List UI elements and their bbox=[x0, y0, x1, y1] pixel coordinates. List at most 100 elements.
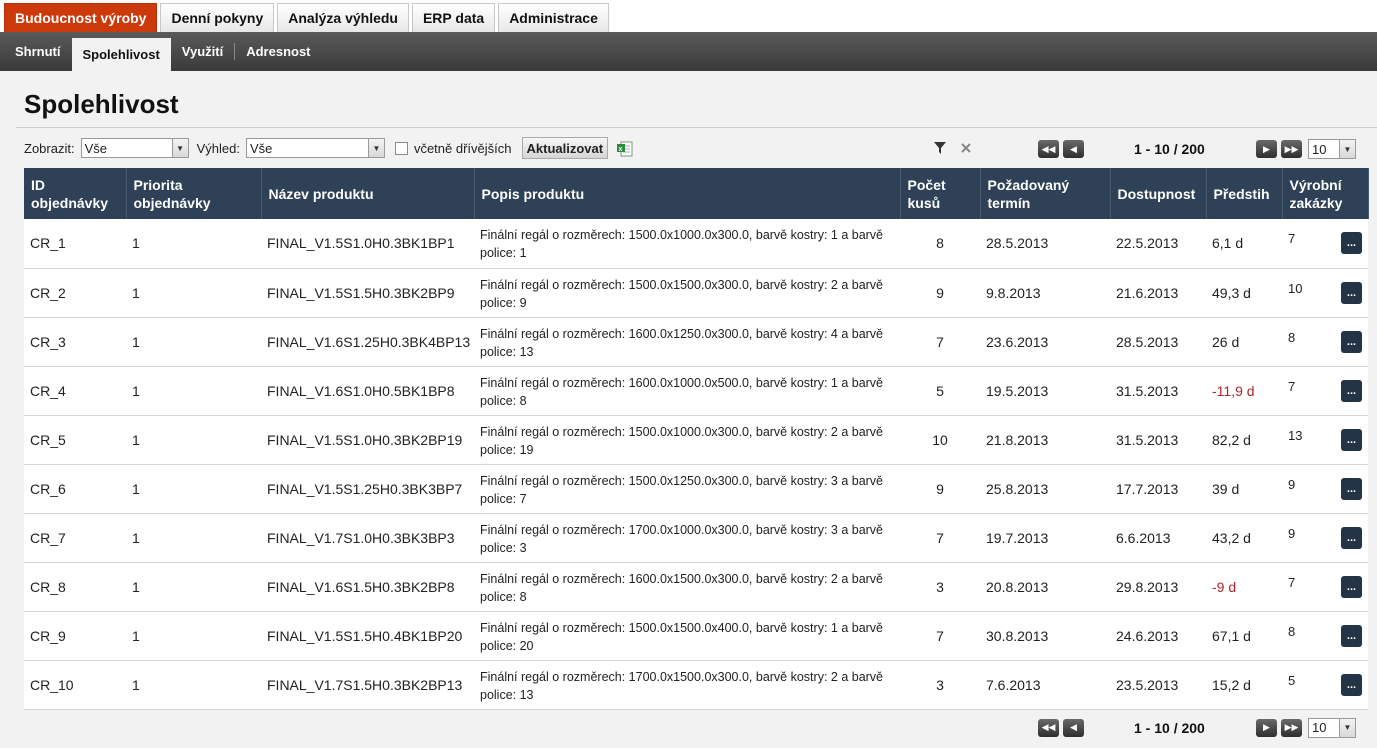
show-select-value: Vše bbox=[84, 140, 107, 156]
filter-toolbar: Zobrazit: Vše ▼ Výhled: Vše ▼ včetně dří… bbox=[0, 128, 1377, 168]
chevron-down-icon[interactable]: ▼ bbox=[1339, 140, 1355, 158]
count-cell: 3 bbox=[900, 562, 980, 612]
col-header-required[interactable]: Požadovaný termín bbox=[980, 168, 1111, 219]
col-header-description[interactable]: Popis produktu bbox=[474, 168, 901, 219]
page-size-value: 10 bbox=[1312, 720, 1327, 735]
col-header-count[interactable]: Počet kusů bbox=[900, 168, 981, 219]
description-cell: Finální regál o rozměrech: 1600.0x1000.0… bbox=[474, 366, 900, 416]
lead-time-cell: 43,2 d bbox=[1206, 513, 1282, 563]
table-row[interactable]: CR_1 1 FINAL_V1.5S1.0H0.3BK1BP1 Finální reg… bbox=[24, 219, 1368, 269]
lead-time-cell: -9 d bbox=[1206, 562, 1282, 612]
details-button[interactable]: ... bbox=[1341, 428, 1362, 451]
first-page-icon[interactable]: ◀◀ bbox=[1038, 718, 1059, 737]
table-row[interactable]: CR_6 1 FINAL_V1.5S1.25H0.3BK3BP7 Finální re… bbox=[24, 464, 1368, 514]
table-row[interactable]: CR_5 1 FINAL_V1.5S1.0H0.3BK2BP19 Finální re… bbox=[24, 415, 1368, 465]
details-button[interactable]: ... bbox=[1341, 624, 1362, 647]
subtab-adresnost[interactable]: Adresnost bbox=[235, 32, 321, 71]
priority-cell: 1 bbox=[126, 513, 261, 563]
page-title: Spolehlivost bbox=[24, 89, 179, 119]
table-row[interactable]: CR_2 1 FINAL_V1.5S1.5H0.3BK2BP9 Finální reg… bbox=[24, 268, 1368, 318]
chevron-down-icon[interactable]: ▼ bbox=[1339, 718, 1355, 737]
first-page-icon[interactable]: ◀◀ bbox=[1038, 140, 1059, 158]
orders-cell: 7... bbox=[1282, 219, 1368, 269]
lead-time-cell: 15,2 d bbox=[1206, 660, 1282, 710]
page-size-select[interactable]: 10 ▼ bbox=[1308, 717, 1356, 738]
orders-count: 7 bbox=[1288, 231, 1296, 246]
pager-top: ◀◀ ◀ 1 - 10 / 200 ▶ ▶▶ 10 ▼ bbox=[1038, 139, 1356, 159]
product-name-cell: FINAL_V1.5S1.5H0.3BK2BP9 bbox=[261, 268, 474, 318]
excel-export-icon[interactable]: x bbox=[616, 140, 633, 157]
lead-time-cell: 6,1 d bbox=[1206, 219, 1282, 269]
col-header-id[interactable]: ID objednávky bbox=[24, 168, 127, 219]
product-name-cell: FINAL_V1.7S1.0H0.3BK3BP3 bbox=[261, 513, 474, 563]
col-header-product[interactable]: Název produktu bbox=[261, 168, 475, 219]
lead-time-cell: 82,2 d bbox=[1206, 415, 1282, 465]
details-button[interactable]: ... bbox=[1341, 232, 1362, 254]
orders-count: 9 bbox=[1288, 525, 1296, 541]
orders-count: 9 bbox=[1288, 476, 1296, 492]
tab-erp-data[interactable]: ERP data bbox=[411, 3, 496, 32]
details-button[interactable]: ... bbox=[1341, 673, 1362, 696]
table-row[interactable]: CR_10 1 FINAL_V1.7S1.5H0.3BK2BP13 Finální r… bbox=[24, 660, 1368, 710]
table-row[interactable]: CR_7 1 FINAL_V1.7S1.0H0.3BK3BP3 Finální reg… bbox=[24, 513, 1368, 563]
count-cell: 3 bbox=[900, 660, 980, 710]
tab-administrace[interactable]: Administrace bbox=[498, 3, 609, 32]
update-button[interactable]: Aktualizovat bbox=[521, 137, 609, 159]
priority-cell: 1 bbox=[126, 366, 261, 416]
pager-bottom-bar: ◀◀ ◀ 1 - 10 / 200 ▶ ▶▶ 10 ▼ bbox=[0, 710, 1377, 748]
details-button[interactable]: ... bbox=[1341, 575, 1362, 598]
next-page-icon[interactable]: ▶ bbox=[1256, 140, 1277, 158]
orders-cell: 8... bbox=[1282, 611, 1368, 661]
orders-cell: 5... bbox=[1282, 660, 1368, 710]
tab-budoucnost-vyroby[interactable]: Budoucnost výroby bbox=[4, 3, 158, 32]
details-button[interactable]: ... bbox=[1341, 330, 1362, 353]
prev-page-icon[interactable]: ◀ bbox=[1063, 718, 1084, 737]
product-name-cell: FINAL_V1.5S1.25H0.3BK3BP7 bbox=[261, 464, 474, 514]
chevron-down-icon[interactable]: ▼ bbox=[171, 139, 188, 157]
details-button[interactable]: ... bbox=[1341, 379, 1362, 402]
include-earlier-label: včetně dřívějších bbox=[413, 140, 512, 156]
orders-cell: 7... bbox=[1282, 562, 1368, 612]
clear-filter-icon[interactable] bbox=[959, 141, 973, 155]
orders-count: 10 bbox=[1288, 280, 1303, 296]
details-button[interactable]: ... bbox=[1341, 281, 1362, 304]
description-cell: Finální regál o rozměrech: 1700.0x1000.0… bbox=[474, 513, 900, 563]
tab-analyza-vyhledu[interactable]: Analýza výhledu bbox=[277, 3, 409, 32]
table-row[interactable]: CR_4 1 FINAL_V1.6S1.0H0.5BK1BP8 Finální reg… bbox=[24, 366, 1368, 416]
next-page-icon[interactable]: ▶ bbox=[1256, 718, 1277, 737]
details-button[interactable]: ... bbox=[1341, 526, 1362, 549]
prev-page-icon[interactable]: ◀ bbox=[1063, 140, 1084, 158]
col-header-lead[interactable]: Předstih bbox=[1206, 168, 1283, 219]
page-size-select[interactable]: 10 ▼ bbox=[1308, 139, 1356, 159]
chevron-down-icon[interactable]: ▼ bbox=[367, 139, 384, 157]
priority-cell: 1 bbox=[126, 219, 261, 269]
col-header-priority[interactable]: Priorita objednávky bbox=[126, 168, 262, 219]
last-page-icon[interactable]: ▶▶ bbox=[1281, 140, 1302, 158]
details-button[interactable]: ... bbox=[1341, 477, 1362, 500]
description-cell: Finální regál o rozměrech: 1500.0x1250.0… bbox=[474, 464, 900, 514]
pager-range: 1 - 10 / 200 bbox=[1134, 141, 1205, 157]
description-cell: Finální regál o rozměrech: 1600.0x1500.0… bbox=[474, 562, 900, 612]
description-cell: Finální regál o rozměrech: 1500.0x1500.0… bbox=[474, 611, 900, 661]
subtab-vyuziti[interactable]: Využití bbox=[171, 32, 234, 71]
order-id-cell: CR_1 bbox=[24, 219, 126, 269]
description-cell: Finální regál o rozměrech: 1500.0x1000.0… bbox=[474, 415, 900, 465]
availability-cell: 23.5.2013 bbox=[1110, 660, 1206, 710]
last-page-icon[interactable]: ▶▶ bbox=[1281, 718, 1302, 737]
col-header-orders[interactable]: Výrobní zakázky bbox=[1282, 168, 1369, 219]
orders-count: 7 bbox=[1288, 574, 1296, 590]
subtab-shrnuti[interactable]: Shrnutí bbox=[4, 32, 72, 71]
orders-cell: 9... bbox=[1282, 464, 1368, 514]
filter-icon[interactable] bbox=[933, 141, 947, 155]
order-id-cell: CR_2 bbox=[24, 268, 126, 318]
show-select[interactable]: Vše ▼ bbox=[80, 138, 189, 158]
table-row[interactable]: CR_3 1 FINAL_V1.6S1.25H0.3BK4BP13 Finální r… bbox=[24, 317, 1368, 367]
table-row[interactable]: CR_9 1 FINAL_V1.5S1.5H0.4BK1BP20 Finální re… bbox=[24, 611, 1368, 661]
outlook-select[interactable]: Vše ▼ bbox=[245, 138, 385, 158]
orders-cell: 7... bbox=[1282, 366, 1368, 416]
include-earlier-checkbox[interactable] bbox=[394, 141, 408, 155]
subtab-spolehlivost[interactable]: Spolehlivost bbox=[71, 38, 171, 71]
col-header-available[interactable]: Dostupnost bbox=[1110, 168, 1207, 219]
tab-denni-pokyny[interactable]: Denní pokyny bbox=[160, 3, 275, 32]
table-row[interactable]: CR_8 1 FINAL_V1.6S1.5H0.3BK2BP8 Finální reg… bbox=[24, 562, 1368, 612]
